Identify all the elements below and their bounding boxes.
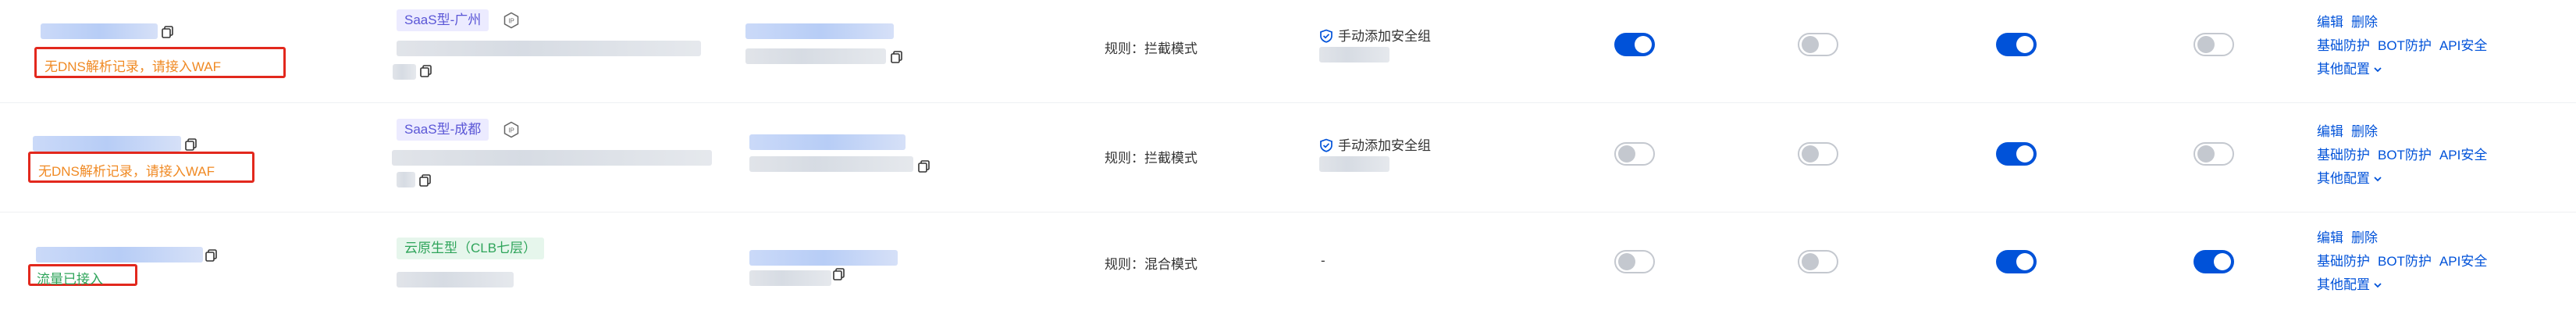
toggle-switch[interactable] <box>1614 142 1655 166</box>
toggle-switch[interactable] <box>1798 142 1838 166</box>
toggle-switch[interactable] <box>1614 250 1655 273</box>
more-config-label: 其他配置 <box>2317 171 2370 186</box>
instance-type-tag: SaaS型-广州 <box>397 9 489 31</box>
more-config-dropdown[interactable]: 其他配置 <box>2317 277 2382 292</box>
origin-address-redacted <box>749 134 906 150</box>
rule-mode: 规则：拦截模式 <box>1105 41 1197 56</box>
instance-id-redacted <box>397 272 514 288</box>
copy-icon[interactable] <box>161 25 175 39</box>
more-config-label: 其他配置 <box>2317 62 2370 77</box>
origin-address-redacted <box>749 250 898 266</box>
security-group-id-redacted <box>1319 47 1389 62</box>
rule-mode: 规则：拦截模式 <box>1105 151 1197 166</box>
more-config-dropdown[interactable]: 其他配置 <box>2317 62 2382 77</box>
instance-type-tag: SaaS型-成都 <box>397 119 489 141</box>
api-security-link[interactable]: API安全 <box>2439 38 2487 53</box>
domain-name-redacted <box>41 23 158 39</box>
table-row: 流量已接入 云原生型（CLB七层） 规则：混合模式 - 编辑 删除 基础防护 BOT… <box>0 216 2576 325</box>
bot-protection-link[interactable]: BOT防护 <box>2378 254 2432 269</box>
origin-address-redacted <box>749 156 913 172</box>
copy-icon[interactable] <box>419 64 433 78</box>
instance-id-redacted <box>397 41 701 56</box>
origin-address-redacted <box>745 48 886 64</box>
table-row: 无DNS解析记录，请接入WAF SaaS型-广州 IP 规则：拦截模式 手动添加… <box>0 0 2576 109</box>
table-row: 无DNS解析记录，请接入WAF SaaS型-成都 IP 规则：拦截模式 手动添加… <box>0 108 2576 217</box>
instance-id-redacted <box>392 150 712 166</box>
dns-alert-box: 无DNS解析记录，请接入WAF <box>28 152 254 183</box>
security-group: 手动添加安全组 <box>1319 25 1431 45</box>
api-security-link[interactable]: API安全 <box>2439 254 2487 269</box>
svg-text:IP: IP <box>508 18 514 25</box>
security-group-id-redacted <box>1319 156 1389 172</box>
row-divider <box>0 102 2576 103</box>
edit-link[interactable]: 编辑 <box>2317 15 2343 30</box>
toggle-switch[interactable] <box>1996 142 2037 166</box>
svg-text:IP: IP <box>508 127 514 134</box>
basic-protection-link[interactable]: 基础防护 <box>2317 148 2370 162</box>
more-config-label: 其他配置 <box>2317 277 2370 292</box>
edit-link[interactable]: 编辑 <box>2317 230 2343 245</box>
delete-link[interactable]: 删除 <box>2351 230 2378 245</box>
traffic-status-box: 流量已接入 <box>28 264 137 287</box>
dns-alert-box: 无DNS解析记录，请接入WAF <box>34 47 286 78</box>
delete-link[interactable]: 删除 <box>2351 15 2378 30</box>
ip-icon[interactable]: IP <box>503 121 520 138</box>
instance-id-redacted <box>397 172 415 188</box>
traffic-status-text: 流量已接入 <box>37 272 103 287</box>
toggle-switch[interactable] <box>1996 250 2037 273</box>
chevron-down-icon <box>2374 67 2382 73</box>
toggle-switch[interactable] <box>2194 250 2234 273</box>
toggle-switch[interactable] <box>1798 250 1838 273</box>
domain-name-redacted <box>36 247 203 262</box>
chevron-down-icon <box>2374 283 2382 288</box>
bot-protection-link[interactable]: BOT防护 <box>2378 38 2432 53</box>
security-group-label: 手动添加安全组 <box>1338 138 1431 153</box>
copy-icon[interactable] <box>832 267 846 281</box>
row-operations: 编辑 删除 基础防护 BOT防护 API安全 其他配置 <box>2317 227 2487 297</box>
basic-protection-link[interactable]: 基础防护 <box>2317 38 2370 53</box>
security-group: 手动添加安全组 <box>1319 134 1431 154</box>
toggle-switch[interactable] <box>1996 33 2037 56</box>
copy-icon[interactable] <box>917 159 931 173</box>
basic-protection-link[interactable]: 基础防护 <box>2317 254 2370 269</box>
edit-link[interactable]: 编辑 <box>2317 124 2343 139</box>
shield-icon <box>1320 29 1332 43</box>
copy-icon[interactable] <box>205 248 219 262</box>
origin-address-redacted <box>745 23 894 39</box>
copy-icon[interactable] <box>184 138 198 152</box>
bot-protection-link[interactable]: BOT防护 <box>2378 148 2432 162</box>
domain-name-redacted <box>33 136 181 152</box>
api-security-link[interactable]: API安全 <box>2439 148 2487 162</box>
more-config-dropdown[interactable]: 其他配置 <box>2317 171 2382 186</box>
copy-icon[interactable] <box>418 173 432 188</box>
security-group-label: 手动添加安全组 <box>1338 29 1431 44</box>
delete-link[interactable]: 删除 <box>2351 124 2378 139</box>
dns-alert-text: 无DNS解析记录，请接入WAF <box>38 164 215 179</box>
copy-icon[interactable] <box>890 50 904 64</box>
instance-type-tag: 云原生型（CLB七层） <box>397 238 545 259</box>
toggle-switch[interactable] <box>1798 33 1838 56</box>
toggle-switch[interactable] <box>1614 33 1655 56</box>
row-operations: 编辑 删除 基础防护 BOT防护 API安全 其他配置 <box>2317 120 2487 191</box>
security-group-empty: - <box>1321 253 1325 268</box>
toggle-switch[interactable] <box>2194 33 2234 56</box>
toggle-switch[interactable] <box>2194 142 2234 166</box>
row-operations: 编辑 删除 基础防护 BOT防护 API安全 其他配置 <box>2317 11 2487 81</box>
origin-address-redacted <box>749 270 831 286</box>
chevron-down-icon <box>2374 177 2382 182</box>
shield-icon <box>1320 138 1332 152</box>
domain-id-redacted <box>393 64 416 80</box>
ip-icon[interactable]: IP <box>503 12 520 29</box>
rule-mode: 规则：混合模式 <box>1105 257 1197 272</box>
dns-alert-text: 无DNS解析记录，请接入WAF <box>44 59 222 74</box>
